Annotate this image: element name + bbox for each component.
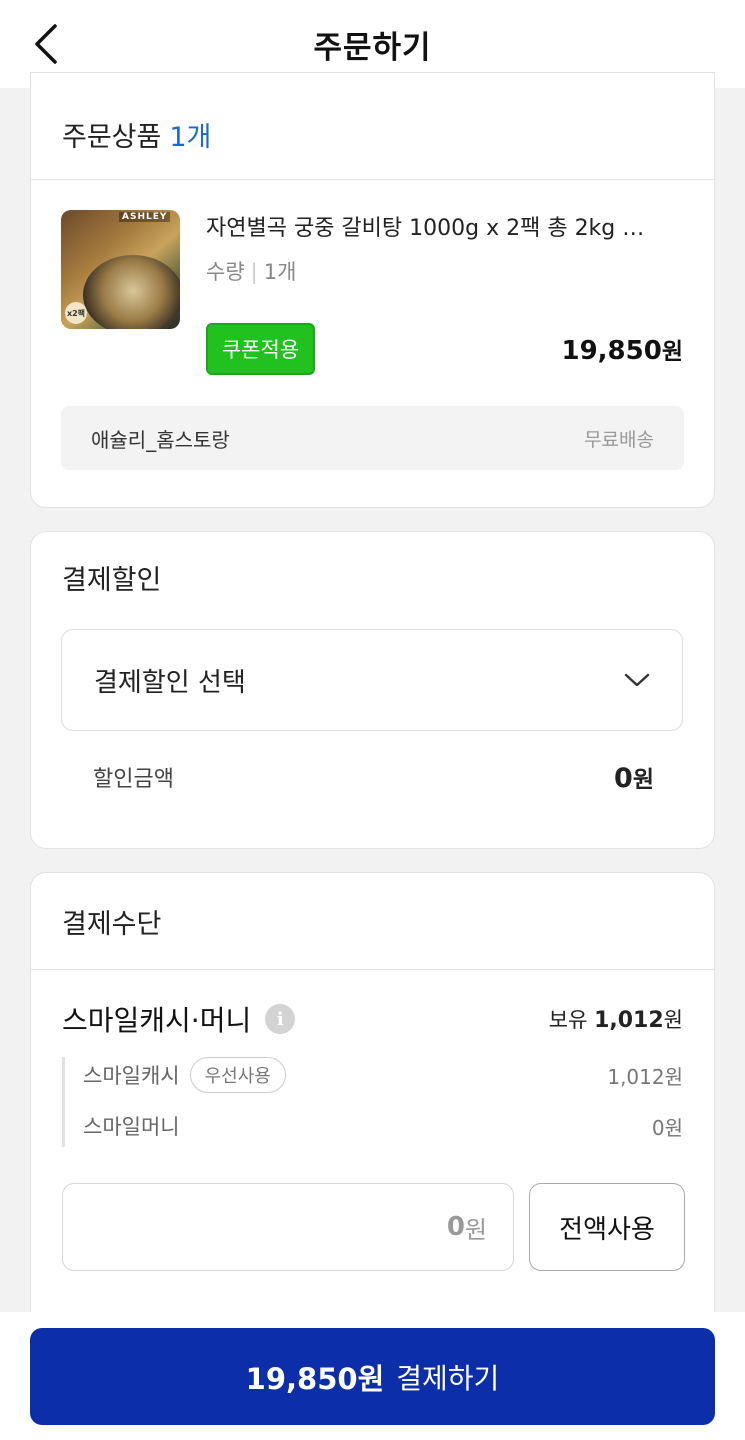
discount-select-label: 결제할인 선택 <box>94 667 246 698</box>
use-amount-input[interactable]: 0원 <box>62 1183 514 1271</box>
discount-amount-currency: 원 <box>632 767 654 793</box>
holding-currency: 원 <box>663 1008 683 1032</box>
smile-cash-value: 1,012원 <box>607 1064 683 1089</box>
balance-breakdown: 스마일캐시 우선사용 1,012원 스마일머니 0원 <box>62 1057 683 1147</box>
price-currency: 원 <box>661 339 683 365</box>
order-items-card: 주문상품 1개 ASHLEY x2팩 자연별곡 궁중 갈비탕 1000g x 2… <box>30 72 715 508</box>
smile-money-label: 스마일머니 <box>83 1115 180 1139</box>
thumbnail-brand-text: ASHLEY <box>119 212 171 222</box>
smile-cash-money-title: 스마일캐시·머니 i <box>62 999 296 1039</box>
chevron-down-icon <box>624 673 650 687</box>
chevron-left-icon <box>35 24 57 64</box>
pay-button-amount: 19,850원 <box>245 1361 385 1396</box>
discount-amount-number: 0 <box>614 763 633 794</box>
discount-amount-value: 0원 <box>614 760 654 794</box>
discount-amount-row: 할인금액 0원 <box>93 760 654 794</box>
quantity-separator: | <box>250 260 258 284</box>
product-thumbnail[interactable]: ASHLEY x2팩 <box>61 210 180 329</box>
product-image-bowl <box>83 255 180 329</box>
apply-coupon-button[interactable]: 쿠폰적용 <box>206 323 315 375</box>
thumbnail-badge: x2팩 <box>65 302 87 324</box>
product-price: 19,850원 <box>561 332 683 366</box>
smile-cash-row: 스마일캐시 우선사용 1,012원 <box>83 1057 683 1093</box>
shipping-fee: 무료배송 <box>584 428 654 451</box>
use-all-button[interactable]: 전액사용 <box>529 1183 685 1271</box>
holding-balance: 보유 1,012원 <box>549 1004 683 1034</box>
discount-amount-label: 할인금액 <box>93 767 174 792</box>
product-item: ASHLEY x2팩 자연별곡 궁중 갈비탕 1000g x 2팩 총 2kg … <box>31 180 714 507</box>
smile-cash-label-group: 스마일캐시 우선사용 <box>83 1057 286 1093</box>
product-quantity: 수량 | 1개 <box>206 256 296 286</box>
smile-money-value: 0원 <box>651 1115 683 1140</box>
pay-button-label: 결제하기 <box>396 1361 500 1395</box>
page-title: 주문하기 <box>313 29 432 66</box>
smile-money-row: 스마일머니 0원 <box>83 1111 683 1141</box>
quantity-value: 1개 <box>263 260 297 284</box>
order-items-header: 주문상품 1개 <box>31 73 714 179</box>
discount-title: 결제할인 <box>62 564 162 596</box>
use-amount-value: 0 <box>446 1212 465 1242</box>
smile-cash-label: 스마일캐시 <box>83 1064 180 1088</box>
holding-value: 1,012 <box>594 1008 664 1033</box>
discount-select[interactable]: 결제할인 선택 <box>61 629 683 731</box>
order-items-title: 주문상품 <box>62 121 162 153</box>
seller-name: 애슐리_홈스토랑 <box>91 427 230 452</box>
order-items-count: 1개 <box>169 121 212 153</box>
quantity-label: 수량 <box>206 260 245 284</box>
divider <box>31 969 714 970</box>
holding-label: 보유 <box>548 1008 588 1032</box>
price-amount: 19,850 <box>561 336 662 366</box>
payment-discount-card: 결제할인 결제할인 선택 할인금액 0원 <box>30 531 715 849</box>
back-button[interactable] <box>26 22 66 66</box>
smile-cash-money-row: 스마일캐시·머니 i 보유 1,012원 <box>62 999 683 1039</box>
bottom-bar: 19,850원 결제하기 <box>0 1312 745 1440</box>
use-amount-unit: 원 <box>464 1215 487 1244</box>
payment-method-name: 스마일캐시·머니 <box>62 1004 252 1037</box>
priority-use-badge: 우선사용 <box>189 1057 286 1093</box>
seller-info: 애슐리_홈스토랑 무료배송 <box>61 406 684 470</box>
payment-method-card: 결제수단 스마일캐시·머니 i 보유 1,012원 스마일캐시 우선사용 1,0… <box>30 872 715 1332</box>
pay-button[interactable]: 19,850원 결제하기 <box>30 1328 715 1425</box>
payment-method-title: 결제수단 <box>62 908 162 940</box>
info-icon[interactable]: i <box>265 1004 296 1034</box>
product-name[interactable]: 자연별곡 궁중 갈비탕 1000g x 2팩 총 2kg … <box>206 210 676 242</box>
